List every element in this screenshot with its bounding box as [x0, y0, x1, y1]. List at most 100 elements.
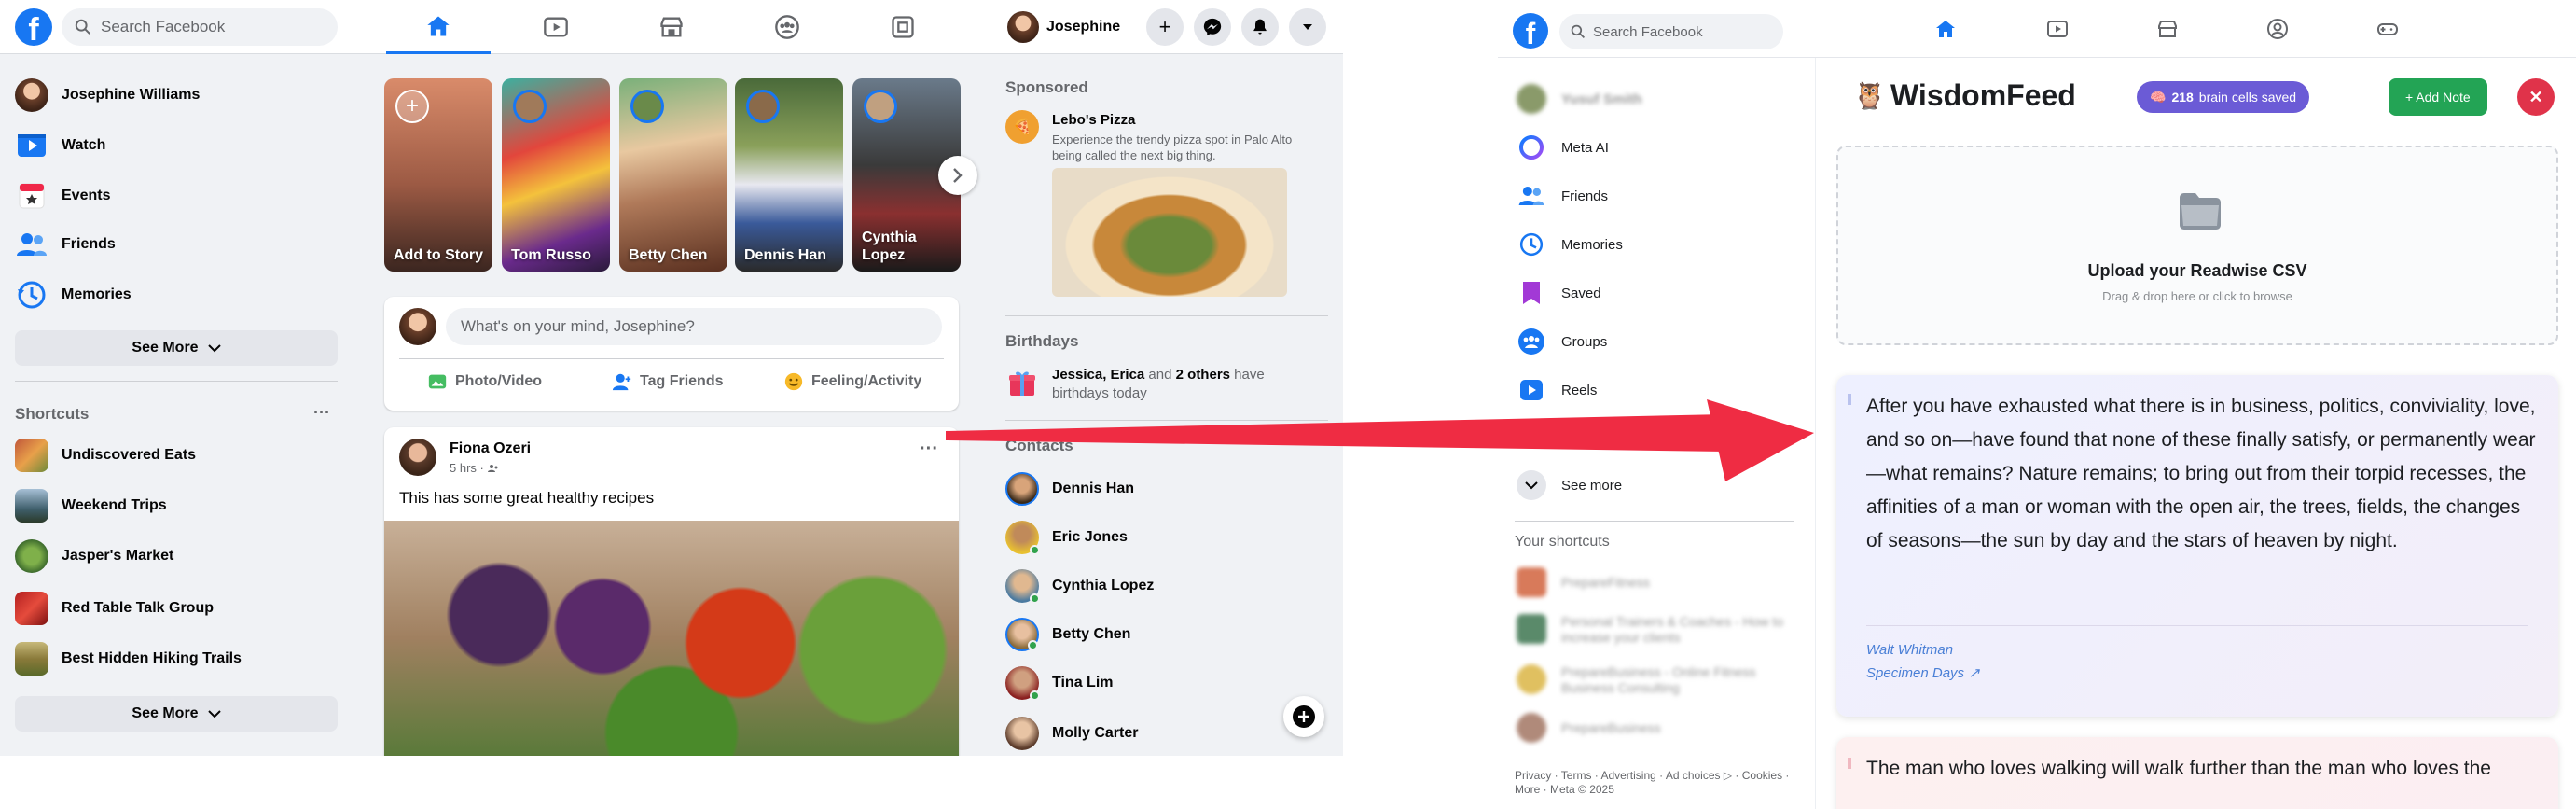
contact-name: Betty Chen	[1052, 626, 1131, 642]
tab-groups[interactable]	[735, 0, 839, 54]
post-author[interactable]: Fiona Ozeri	[450, 440, 531, 457]
post-time: 5 hrs ·	[450, 461, 484, 475]
sidebar-item-events[interactable]: Events	[15, 179, 110, 213]
shortcut-item[interactable]: Personal Trainers & Coaches - How to inc…	[1517, 614, 1796, 646]
upload-title: Upload your Readwise CSV	[2087, 261, 2307, 280]
sidebar-item-memories[interactable]: Memories	[15, 278, 132, 312]
quote-card[interactable]: The man who loves walking will walk furt…	[1836, 737, 2558, 809]
shortcut-item[interactable]: PrepareFitness	[1517, 567, 1650, 597]
compose-icon	[1293, 705, 1315, 728]
story-card[interactable]: + Add to Story	[384, 78, 492, 272]
upload-dropzone[interactable]: Upload your Readwise CSV Drag & drop her…	[1836, 146, 2558, 345]
story-card[interactable]: Betty Chen	[619, 78, 727, 272]
tab-gaming[interactable]	[851, 0, 955, 54]
messenger-button[interactable]	[1194, 8, 1231, 46]
shortcut-item[interactable]: Red Table Talk Group	[15, 592, 214, 625]
search-input[interactable]: Search Facebook	[62, 8, 338, 46]
friends-audience-icon	[487, 464, 498, 472]
shortcut-thumbnail	[1517, 664, 1546, 694]
sidebar-item-label: Friends	[1561, 188, 1609, 204]
add-note-button[interactable]: + Add Note	[2389, 78, 2487, 116]
tab-home[interactable]	[386, 0, 491, 54]
bell-icon	[1253, 19, 1267, 35]
divider	[1005, 315, 1328, 316]
quote-card[interactable]: After you have exhausted what there is i…	[1836, 375, 2558, 717]
sidebar-item-meta-ai[interactable]: Meta AI	[1517, 133, 1609, 162]
photo-video-button[interactable]: Photo/Video	[427, 371, 542, 392]
close-button[interactable]: ✕	[2517, 78, 2555, 116]
composer-input[interactable]: What's on your mind, Josephine?	[446, 308, 942, 345]
chevron-down-icon	[1303, 24, 1312, 30]
shortcut-label-blurred: PrepareBusiness	[1561, 720, 1661, 735]
see-more-button[interactable]: See More	[15, 330, 338, 366]
new-message-button[interactable]	[1283, 696, 1324, 737]
footer-links[interactable]: Privacy · Terms · Advertising · Ad choic…	[1515, 769, 1794, 797]
search-input[interactable]: Search Facebook	[1559, 14, 1783, 49]
watch-icon	[544, 17, 568, 37]
tab-marketplace[interactable]	[619, 0, 724, 54]
sidebar-item-friends[interactable]: Friends	[1517, 181, 1608, 211]
avatar	[630, 90, 664, 123]
facebook-logo-icon[interactable]: f	[15, 8, 52, 46]
watch-icon	[18, 134, 46, 157]
post-image-vegetables[interactable]	[384, 521, 959, 756]
shortcut-label-blurred: Personal Trainers & Coaches - How to inc…	[1561, 614, 1784, 645]
tab-video[interactable]	[2011, 0, 2104, 58]
shortcut-thumbnail	[15, 439, 48, 472]
tab-marketplace[interactable]	[2121, 0, 2214, 58]
shortcut-item[interactable]: PrepareBusiness - Online Fitness Busines…	[1517, 664, 1796, 696]
smile-icon	[784, 372, 803, 391]
story-label: Cynthia Lopez	[862, 230, 917, 263]
contact-item[interactable]: Betty Chen	[1005, 618, 1130, 651]
sidebar-item-profile[interactable]: Yusuf Smith	[1517, 84, 1642, 114]
shortcut-label-blurred: PrepareFitness	[1561, 575, 1650, 590]
sidebar-item-memories[interactable]: Memories	[1517, 230, 1623, 259]
shortcuts-more-icon[interactable]: ···	[313, 403, 330, 423]
sidebar-item-label: Groups	[1561, 333, 1608, 350]
account-menu-button[interactable]	[1289, 8, 1326, 46]
sidebar-item-groups[interactable]: Groups	[1517, 327, 1607, 356]
ad-image-pizza[interactable]	[1052, 168, 1287, 297]
quote-author[interactable]: Walt Whitman	[1866, 642, 1953, 658]
feeling-activity-button[interactable]: Feeling/Activity	[783, 371, 921, 392]
see-more-shortcuts-button[interactable]: See More	[15, 696, 338, 732]
events-icon	[19, 183, 45, 209]
sidebar-item-profile[interactable]: Josephine Williams	[15, 78, 200, 112]
contact-item[interactable]: Cynthia Lopez	[1005, 569, 1154, 604]
stories-next-button[interactable]	[938, 156, 977, 195]
home-icon	[1936, 21, 1955, 37]
facebook-logo-icon[interactable]: f	[1513, 13, 1548, 49]
tag-friends-button[interactable]: Tag Friends	[612, 371, 724, 392]
sidebar-item-saved[interactable]: Saved	[1517, 278, 1601, 308]
top-navbar: f Search Facebook Josephine +	[0, 0, 1343, 54]
shortcut-item[interactable]: Undiscovered Eats	[15, 439, 196, 472]
quote-source-link[interactable]: Specimen Days ↗	[1866, 664, 1980, 681]
groups-icon	[775, 15, 799, 39]
sidebar-item-label: Events	[62, 188, 111, 203]
contact-item[interactable]: Molly Carter	[1005, 717, 1138, 750]
sidebar-item-watch[interactable]: Watch	[15, 129, 105, 162]
profile-chip[interactable]: Josephine	[1007, 9, 1120, 45]
post-meta: 5 hrs ·	[450, 461, 499, 475]
sidebar-item-friends[interactable]: Friends	[15, 228, 116, 261]
contact-name: Tina Lim	[1052, 675, 1114, 690]
shortcut-item[interactable]: Best Hidden Hiking Trails	[15, 642, 242, 676]
sidebar-item-label: Friends	[62, 236, 116, 252]
ad-name[interactable]: Lebo's Pizza	[1052, 112, 1135, 128]
story-card[interactable]: Dennis Han	[735, 78, 843, 272]
shortcut-item[interactable]: Weekend Trips	[15, 489, 167, 523]
shortcut-item[interactable]: PrepareBusiness	[1517, 713, 1661, 743]
post-text: This has some great healthy recipes	[399, 489, 655, 507]
tab-watch[interactable]	[504, 0, 608, 54]
contact-item[interactable]: Tina Lim	[1005, 666, 1114, 701]
post-more-icon[interactable]: ···	[920, 439, 938, 460]
create-button[interactable]: +	[1146, 8, 1184, 46]
notifications-button[interactable]	[1241, 8, 1279, 46]
shortcut-item[interactable]: Jasper's Market	[15, 539, 173, 573]
tab-profile[interactable]	[2231, 0, 2324, 58]
folder-icon	[2180, 193, 2221, 230]
story-card[interactable]: Tom Russo	[502, 78, 610, 272]
contact-item[interactable]: Eric Jones	[1005, 521, 1128, 555]
tab-gaming[interactable]	[2341, 0, 2434, 58]
tab-home[interactable]	[1899, 0, 1992, 58]
